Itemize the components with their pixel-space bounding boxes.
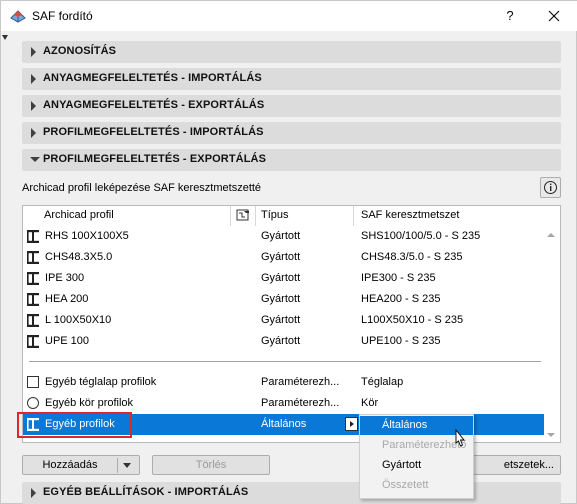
section-label: PROFILMEGFELELTETÉS - IMPORTÁLÁS — [43, 126, 264, 138]
profile-type: Gyártott — [261, 251, 301, 263]
saf-section: L100X50X10 - S 235 — [361, 314, 464, 326]
profile-type: Gyártott — [261, 314, 301, 326]
column-header-saf-section[interactable]: SAF keresztmetszet — [361, 209, 459, 221]
saf-sections-button-label: etszetek... — [503, 459, 554, 471]
i-beam-icon — [27, 251, 39, 264]
profile-type: Paraméterezh... — [261, 376, 340, 388]
saf-section: IPE300 - S 235 — [361, 272, 436, 284]
section-label: ANYAGMEGFELELTETÉS - EXPORTÁLÁS — [43, 99, 265, 111]
info-icon — [544, 181, 557, 194]
column-divider — [230, 206, 231, 226]
highlight-outline — [17, 412, 132, 438]
profile-type: Gyártott — [261, 230, 301, 242]
scroll-down-icon[interactable] — [547, 433, 555, 437]
column-divider — [255, 206, 256, 226]
delete-button[interactable]: Törlés — [152, 455, 270, 475]
dropdown-option-manufactured[interactable]: Gyártott — [360, 456, 473, 475]
rectangle-profile-icon — [27, 376, 39, 388]
window-title: SAF fordító — [32, 9, 93, 23]
table-row-other-rectangular[interactable]: Egyéb téglalap profilok Paraméterezh... … — [23, 372, 544, 393]
add-button[interactable]: Hozzáadás — [22, 455, 140, 475]
saf-app-icon — [10, 10, 26, 23]
table-row[interactable]: RHS 100X100X5 Gyártott SHS100/100/5.0 - … — [23, 226, 544, 247]
section-label: PROFILMEGFELELTETÉS - EXPORTÁLÁS — [43, 153, 267, 165]
title-bar: SAF fordító ? — [1, 1, 577, 31]
table-row[interactable]: UPE 100 Gyártott UPE100 - S 235 — [23, 331, 544, 352]
profile-name: IPE 300 — [45, 272, 85, 284]
type-dropdown-arrow-icon[interactable] — [345, 417, 358, 431]
info-button[interactable] — [540, 177, 561, 198]
table-row[interactable]: IPE 300 Gyártott IPE300 - S 235 — [23, 268, 544, 289]
chevron-down-icon — [30, 157, 40, 162]
section-label: ANYAGMEGFELELTETÉS - IMPORTÁLÁS — [43, 72, 262, 84]
list-divider — [29, 361, 541, 362]
profile-name: L 100X50X10 — [45, 314, 112, 326]
i-beam-icon — [27, 314, 39, 327]
section-other-settings-import[interactable]: EGYÉB BEÁLLÍTÁSOK - IMPORTÁLÁS — [22, 482, 561, 504]
help-button[interactable]: ? — [497, 6, 523, 26]
chevron-right-icon — [31, 74, 36, 84]
delete-button-label: Törlés — [195, 459, 227, 471]
saf-section: HEA200 - S 235 — [361, 293, 441, 305]
profile-name: CHS48.3X5.0 — [45, 251, 113, 263]
circle-profile-icon — [27, 397, 39, 409]
table-row[interactable]: CHS48.3X5.0 Gyártott CHS48.3/5.0 - S 235 — [23, 247, 544, 268]
saf-section: Kör — [361, 397, 379, 409]
profile-type: Általános — [261, 418, 307, 430]
profile-type: Paraméterezh... — [261, 397, 340, 409]
section-profile-export[interactable]: PROFILMEGFELELTETÉS - EXPORTÁLÁS — [22, 149, 561, 171]
list-scrollbar[interactable] — [543, 226, 560, 442]
section-label: EGYÉB BEÁLLÍTÁSOK - IMPORTÁLÁS — [43, 486, 249, 498]
i-beam-icon — [27, 293, 39, 306]
split-divider — [117, 458, 118, 473]
table-row-other-circular[interactable]: Egyéb kör profilok Paraméterezh... Kör — [23, 393, 544, 414]
profile-type: Gyártott — [261, 272, 301, 284]
type-dropdown-menu: Általános Paraméterezhető Gyártott Össze… — [359, 414, 474, 499]
profile-type: Gyártott — [261, 293, 301, 305]
section-label: AZONOSÍTÁS — [43, 45, 117, 57]
profile-name: Egyéb kör profilok — [45, 397, 134, 409]
chevron-right-icon — [31, 488, 36, 498]
close-icon[interactable] — [541, 6, 567, 26]
chevron-down-icon[interactable] — [123, 463, 131, 468]
section-profile-import[interactable]: PROFILMEGFELELTETÉS - IMPORTÁLÁS — [22, 122, 561, 144]
profile-mapping-list: Archicad profil Típus SAF keresztmetszet… — [22, 205, 561, 443]
section-material-export[interactable]: ANYAGMEGFELELTETÉS - EXPORTÁLÁS — [22, 95, 561, 117]
column-header-archicad-profile[interactable]: Archicad profil — [44, 209, 114, 221]
table-row[interactable]: HEA 200 Gyártott HEA200 - S 235 — [23, 289, 544, 310]
profile-name: Egyéb téglalap profilok — [45, 376, 157, 388]
profile-name: UPE 100 — [45, 335, 90, 347]
profile-name: HEA 200 — [45, 293, 89, 305]
profile-name: RHS 100X100X5 — [45, 230, 129, 242]
chevron-right-icon — [31, 47, 36, 57]
chevron-right-icon — [31, 101, 36, 111]
column-divider — [353, 206, 354, 226]
saf-section: SHS100/100/5.0 - S 235 — [361, 230, 481, 242]
i-beam-icon — [27, 272, 39, 285]
section-material-import[interactable]: ANYAGMEGFELELTETÉS - IMPORTÁLÁS — [22, 68, 561, 90]
saf-translator-dialog: SAF fordító ? AZONOSÍTÁS ANYAGMEGFELELTE… — [0, 0, 577, 504]
saf-section: UPE100 - S 235 — [361, 335, 441, 347]
mouse-cursor-icon — [455, 429, 465, 447]
panel-collapse-marker-icon — [2, 35, 8, 40]
add-button-label: Hozzáadás — [42, 459, 98, 471]
profile-edit-icon[interactable] — [236, 209, 250, 222]
column-header-type[interactable]: Típus — [261, 209, 289, 221]
dropdown-option-compound: Összetett — [382, 479, 429, 491]
table-row[interactable]: L 100X50X10 Gyártott L100X50X10 - S 235 — [23, 310, 544, 331]
chevron-right-icon — [31, 128, 36, 138]
profile-type: Gyártott — [261, 335, 301, 347]
scroll-up-icon[interactable] — [547, 233, 555, 237]
section-identification[interactable]: AZONOSÍTÁS — [22, 41, 561, 63]
saf-section: Téglalap — [361, 376, 404, 388]
i-beam-icon — [27, 335, 39, 348]
panel-subtitle: Archicad profil leképezése SAF keresztme… — [22, 182, 262, 194]
i-beam-icon — [27, 230, 39, 243]
saf-section: CHS48.3/5.0 - S 235 — [361, 251, 463, 263]
